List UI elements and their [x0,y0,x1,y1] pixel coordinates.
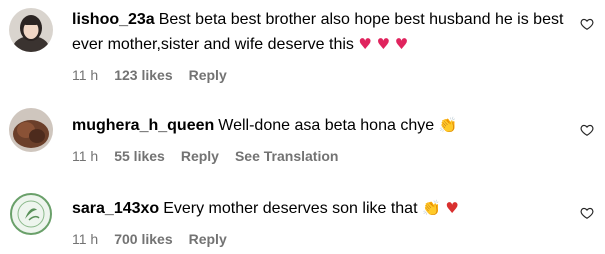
heart-outline-icon[interactable] [580,17,594,31]
comment-text: Well-done asa beta hona chye [218,117,435,134]
heart-outline-icon[interactable] [580,206,594,220]
comment-likes-count[interactable]: 700 likes [114,231,172,247]
comment-item: lishoo_23a Best beta best brother also ho… [0,0,605,90]
comment-likes-count[interactable]: 55 likes [114,148,165,164]
green-seal-logo-icon [9,192,53,236]
heart-emoji-icon: ♥ ♥ ♥ [358,35,409,53]
comment-timestamp: 11 h [72,148,99,164]
heart-outline-icon[interactable] [580,123,594,137]
comment-item: mughera_h_queen Well-done asa beta hona c… [0,100,605,170]
woman-portrait-icon [9,8,53,52]
reply-button[interactable]: Reply [189,67,227,83]
comment-item: sara_143xo Every mother deserves son like… [0,183,605,253]
comment-username[interactable]: sara_143xo [72,200,159,217]
reply-button[interactable]: Reply [181,148,219,164]
comment-text: Every mother deserves son like that [163,200,418,217]
avatar[interactable] [9,8,53,52]
brown-photo-icon [9,108,53,152]
comment-username[interactable]: lishoo_23a [72,11,155,28]
comment-timestamp: 11 h [72,231,99,247]
comment-likes-count[interactable]: 123 likes [114,67,172,83]
avatar[interactable] [9,108,53,152]
clap-emoji-icon: 👏 [438,116,458,134]
avatar[interactable] [9,192,53,236]
see-translation-button[interactable]: See Translation [235,148,338,164]
comment-timestamp: 11 h [72,67,99,83]
comments-list: lishoo_23a Best beta best brother also ho… [0,0,605,254]
comment-username[interactable]: mughera_h_queen [72,117,214,134]
clap-heart-emoji-icon: 👏 ♥ [421,199,459,217]
reply-button[interactable]: Reply [189,231,227,247]
